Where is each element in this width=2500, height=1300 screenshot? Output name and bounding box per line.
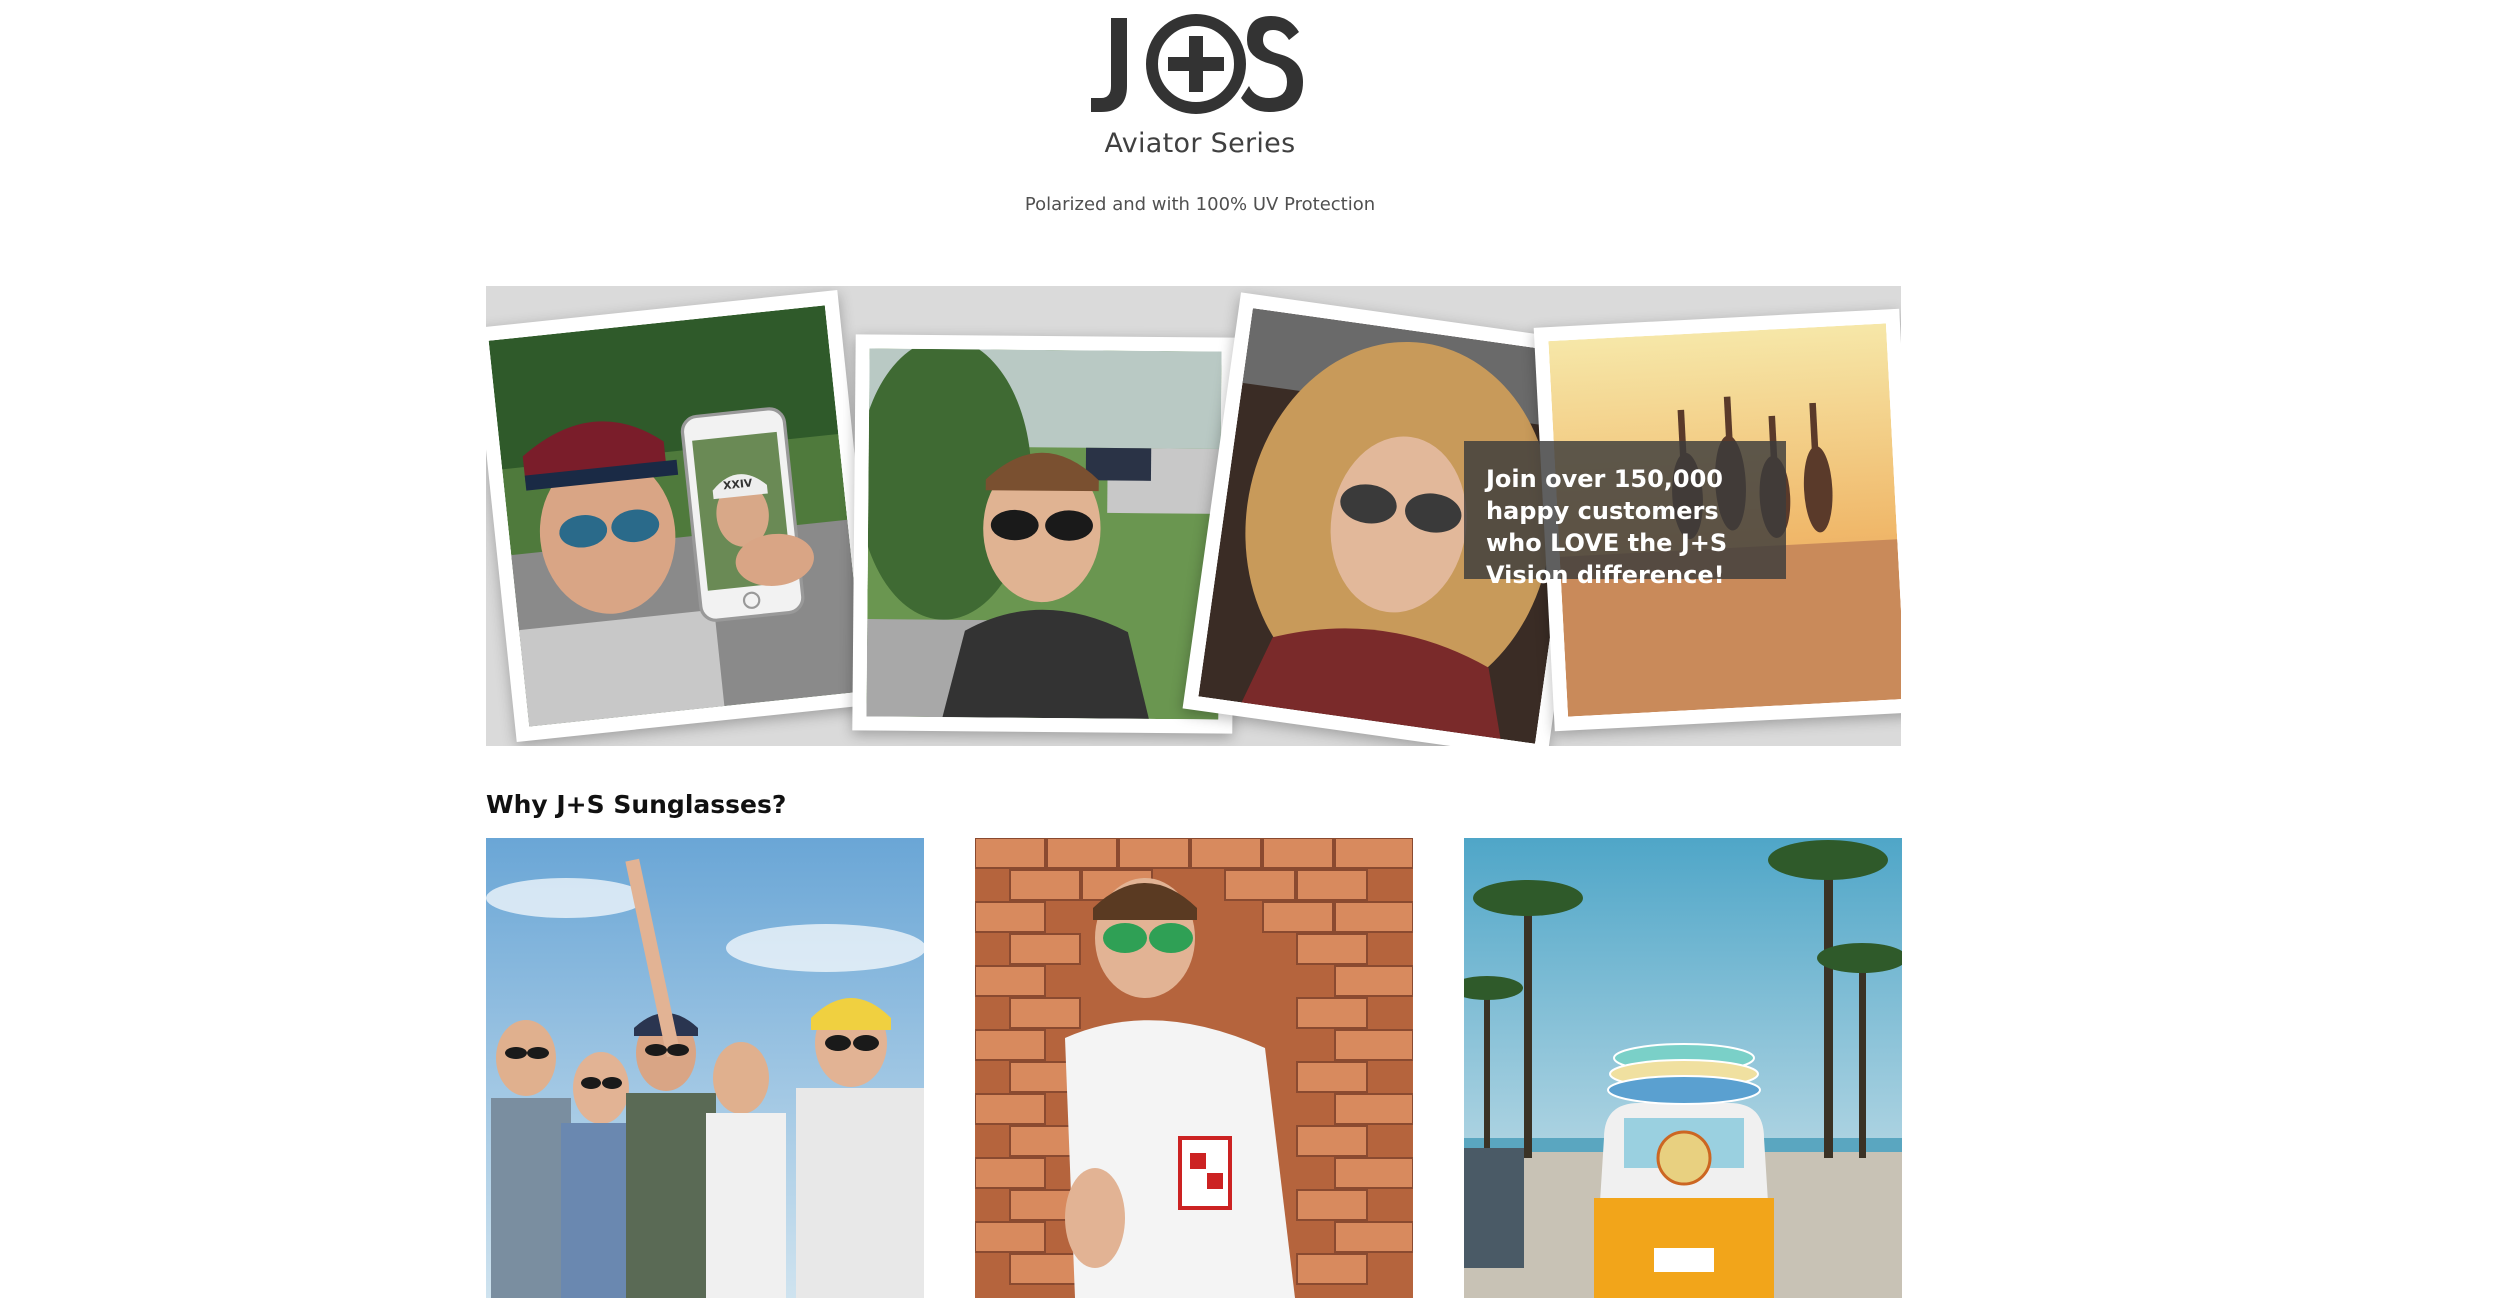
- hero-photo-2: [852, 334, 1236, 734]
- js-logo-icon: [1091, 14, 1303, 114]
- why-tile-brick-wall[interactable]: [975, 838, 1413, 1298]
- friends-group-photo: [486, 838, 924, 1298]
- why-tile-van[interactable]: [1464, 838, 1902, 1298]
- brick-wall-man-photo: [975, 838, 1413, 1298]
- brand-series-title: Aviator Series: [1104, 128, 1296, 159]
- why-section-title: Why J+S Sunglasses?: [486, 790, 787, 819]
- man-sunglasses-photo: [866, 348, 1222, 720]
- hero-banner[interactable]: XXIV Join over 150,000 happy customers w…: [486, 286, 1901, 746]
- van-palm-trees-photo: [1464, 838, 1902, 1298]
- product-page: Aviator Series Polarized and with 100% U…: [0, 0, 2500, 1300]
- woman-selfie-photo: XXIV: [488, 305, 866, 727]
- brand-tagline: Polarized and with 100% UV Protection: [1024, 194, 1376, 215]
- hero-callout: Join over 150,000 happy customers who LO…: [1464, 441, 1786, 589]
- why-tile-friends[interactable]: [486, 838, 924, 1298]
- brand-logo: [1081, 8, 1311, 118]
- hero-photo-1: XXIV: [486, 290, 881, 742]
